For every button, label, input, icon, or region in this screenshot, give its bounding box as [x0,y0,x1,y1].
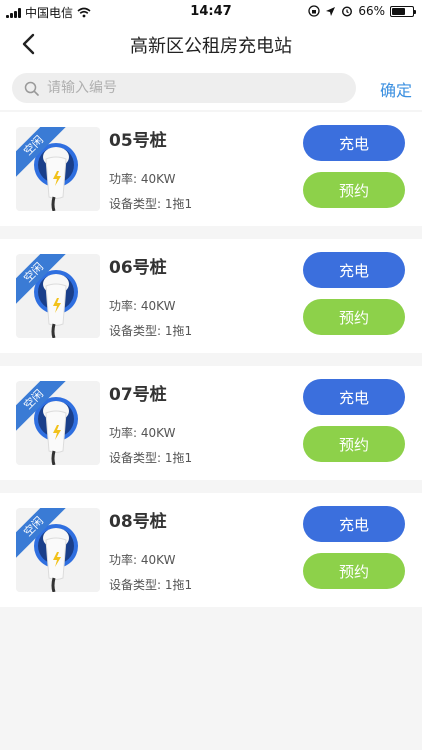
battery-fill [392,7,406,15]
station-card[interactable]: 空闲 06号桩 功率: 40KW 设备类型: 1拖1 充电 预约 [0,239,422,353]
location-arrow-icon [326,6,336,16]
search-input[interactable] [47,80,327,96]
reserve-button[interactable]: 预约 [303,299,405,335]
station-name: 07号桩 [109,385,167,405]
charge-button[interactable]: 充电 [303,506,405,542]
orientation-lock-icon [308,5,320,17]
station-card[interactable]: 空闲 05号桩 功率: 40KW 设备类型: 1拖1 充电 预约 [0,112,422,226]
station-name: 05号桩 [109,131,167,151]
station-card[interactable]: 空闲 08号桩 功率: 40KW 设备类型: 1拖1 充电 预约 [0,493,422,607]
battery-icon [390,5,416,17]
station-thumbnail: 空闲 [16,254,100,338]
station-device-type: 设备类型: 1拖1 [109,197,193,211]
charge-button[interactable]: 充电 [303,125,405,161]
nav-bar: 高新区公租房充电站 [0,22,422,66]
search-box[interactable] [12,73,356,103]
reserve-button[interactable]: 预约 [303,426,405,462]
station-name: 08号桩 [109,512,167,532]
station-device-type: 设备类型: 1拖1 [109,324,193,338]
station-thumbnail: 空闲 [16,381,100,465]
search-icon [24,81,39,96]
station-list: 空闲 05号桩 功率: 40KW 设备类型: 1拖1 充电 预约 空闲 06号桩… [0,112,422,620]
search-bar: 确定 [0,66,422,110]
station-power: 功率: 40KW [109,299,176,313]
charge-button[interactable]: 充电 [303,379,405,415]
station-power: 功率: 40KW [109,172,176,186]
station-thumbnail: 空闲 [16,127,100,211]
station-power: 功率: 40KW [109,426,176,440]
page-title: 高新区公租房充电站 [130,36,292,57]
charge-button[interactable]: 充电 [303,252,405,288]
station-name: 06号桩 [109,258,167,278]
status-right: 66% [308,4,416,18]
station-device-type: 设备类型: 1拖1 [109,451,193,465]
status-bar: 中国电信 14:47 66% [0,0,422,22]
battery-percent: 66% [358,4,385,18]
reserve-button[interactable]: 预约 [303,553,405,589]
alarm-clock-icon [342,6,353,17]
confirm-button[interactable]: 确定 [380,77,412,101]
reserve-button[interactable]: 预约 [303,172,405,208]
station-card[interactable]: 空闲 07号桩 功率: 40KW 设备类型: 1拖1 充电 预约 [0,366,422,480]
station-thumbnail: 空闲 [16,508,100,592]
station-device-type: 设备类型: 1拖1 [109,578,193,592]
station-power: 功率: 40KW [109,553,176,567]
